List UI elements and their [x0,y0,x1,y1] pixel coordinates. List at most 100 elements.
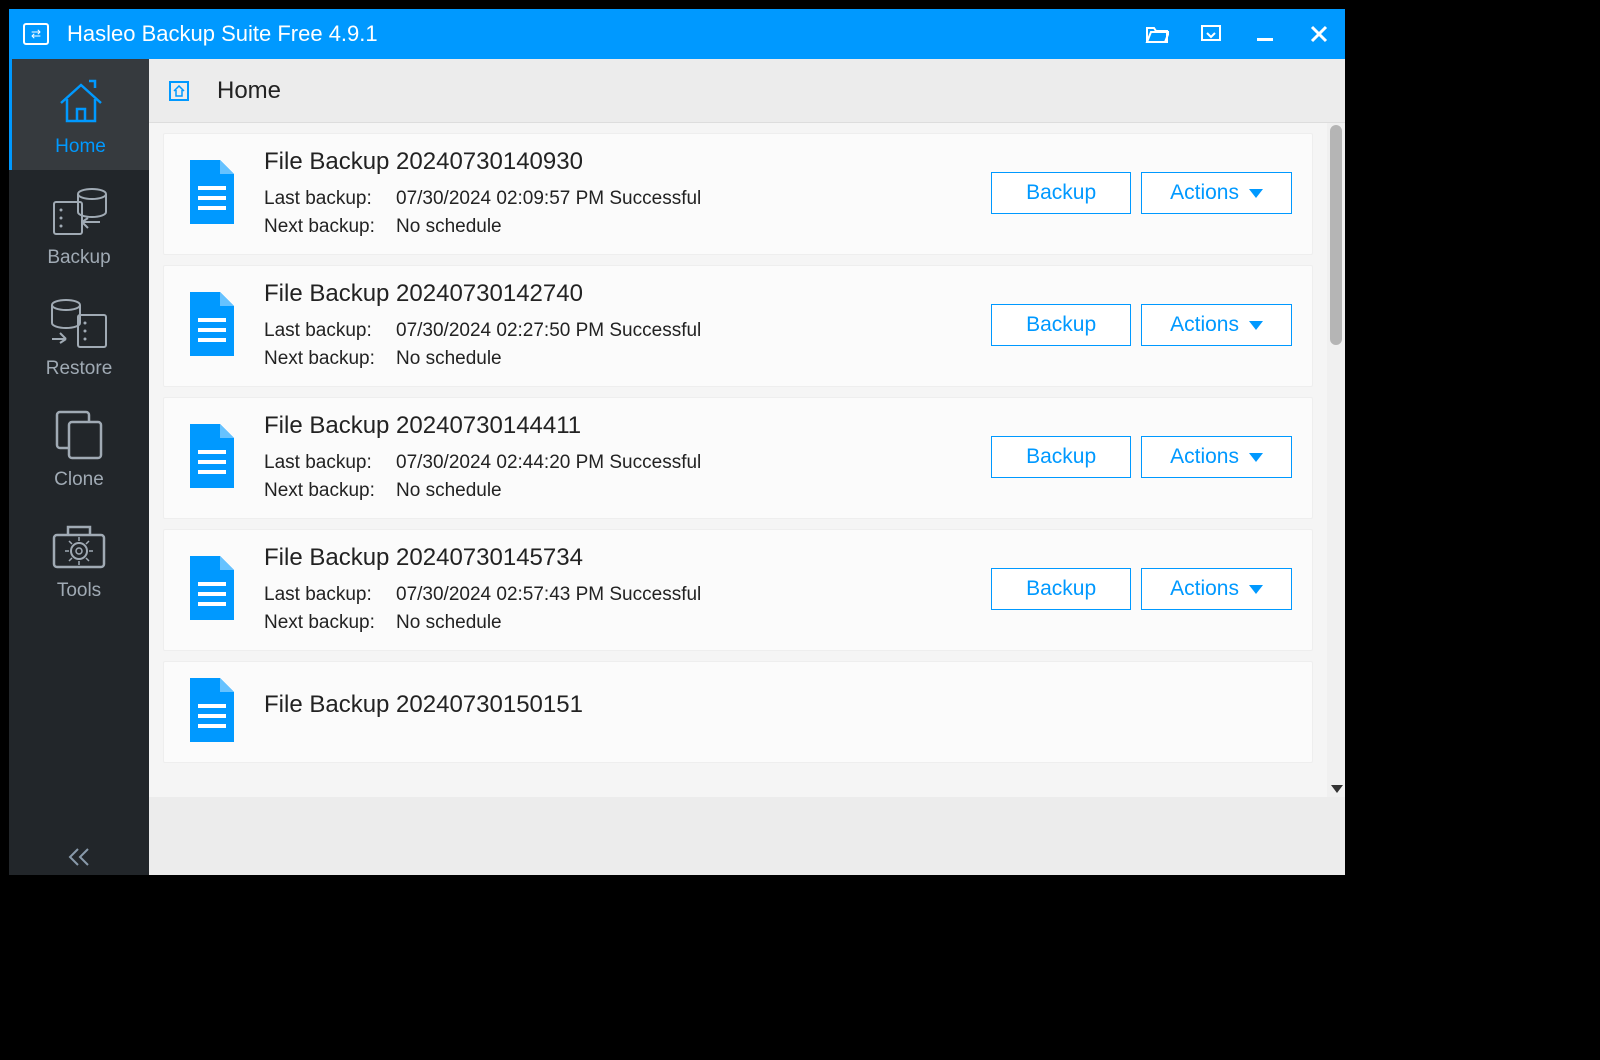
next-backup-label: Next backup: [264,216,384,238]
backup-button[interactable]: Backup [991,172,1131,214]
task-card: File Backup 20240730150151 Last backup: … [163,661,1313,763]
last-backup-label: Last backup: [264,584,384,606]
app-title: Hasleo Backup Suite Free 4.9.1 [67,21,1145,47]
scrollbar-down-arrow-icon[interactable] [1331,785,1343,793]
task-title: File Backup 20240730144411 [264,412,967,440]
next-backup-label: Next backup: [264,612,384,634]
sidebar-item-label: Clone [54,469,104,491]
last-backup-value: 07/30/2024 02:09:57 PM Successful [396,188,701,210]
actions-button[interactable]: Actions [1141,304,1292,346]
task-card: File Backup 20240730140930 Last backup: … [163,133,1313,255]
actions-button[interactable]: Actions [1141,172,1292,214]
sidebar-collapse-button[interactable] [68,847,90,867]
next-backup-value: No schedule [396,480,502,502]
task-info: File Backup 20240730142740 Last backup: … [264,280,967,370]
file-icon [184,422,240,492]
task-title: File Backup 20240730142740 [264,280,967,308]
task-title: File Backup 20240730150151 [264,691,1292,719]
sidebar-item-backup[interactable]: Backup [9,170,149,281]
task-info: File Backup 20240730144411 Last backup: … [264,412,967,502]
sidebar-item-label: Tools [57,580,101,602]
sidebar-item-restore[interactable]: Restore [9,281,149,392]
sidebar-item-label: Backup [47,247,110,269]
next-backup-value: No schedule [396,348,502,370]
task-card: File Backup 20240730142740 Last backup: … [163,265,1313,387]
task-buttons: Backup Actions [991,304,1292,346]
breadcrumb-text: Home [217,77,281,105]
last-backup-value: 07/30/2024 02:44:20 PM Successful [396,452,701,474]
backup-button-label: Backup [1026,181,1096,205]
backup-icon [44,184,114,239]
breadcrumb-home-icon[interactable] [169,81,189,101]
next-backup-row: Next backup: No schedule [264,612,967,634]
app-window: ⇄ Hasleo Backup Suite Free 4.9.1 [8,8,1346,876]
task-buttons: Backup Actions [991,172,1292,214]
close-button[interactable] [1307,22,1331,46]
file-icon [184,554,240,624]
actions-button[interactable]: Actions [1141,436,1292,478]
last-backup-label: Last backup: [264,188,384,210]
task-title: File Backup 20240730145734 [264,544,967,572]
next-backup-label: Next backup: [264,348,384,370]
next-backup-value: No schedule [396,216,502,238]
next-backup-label: Next backup: [264,480,384,502]
sidebar-item-home[interactable]: Home [9,59,149,170]
restore-icon [44,295,114,350]
next-backup-value: No schedule [396,612,502,634]
task-card: File Backup 20240730144411 Last backup: … [163,397,1313,519]
titlebar: ⇄ Hasleo Backup Suite Free 4.9.1 [9,9,1345,59]
actions-button-label: Actions [1170,445,1239,469]
task-buttons: Backup Actions [991,436,1292,478]
task-info: File Backup 20240730140930 Last backup: … [264,148,967,238]
last-backup-value: 07/30/2024 02:27:50 PM Successful [396,320,701,342]
backup-button[interactable]: Backup [991,436,1131,478]
sidebar-item-label: Restore [46,358,113,380]
task-info: File Backup 20240730145734 Last backup: … [264,544,967,634]
status-footer [149,797,1345,875]
sidebar: Home Backup Restore Clone [9,59,149,875]
next-backup-row: Next backup: No schedule [264,216,967,238]
task-list-area: File Backup 20240730140930 Last backup: … [149,123,1345,797]
home-icon [51,73,111,128]
task-list: File Backup 20240730140930 Last backup: … [149,123,1327,797]
vertical-scrollbar[interactable] [1327,123,1345,797]
sidebar-item-label: Home [55,136,106,158]
next-backup-row: Next backup: No schedule [264,480,967,502]
content-area: Home File Backup 20240730140930 Last bac… [149,59,1345,875]
last-backup-row: Last backup: 07/30/2024 02:09:57 PM Succ… [264,188,967,210]
backup-button-label: Backup [1026,577,1096,601]
file-icon [184,290,240,360]
sidebar-item-clone[interactable]: Clone [9,392,149,503]
sidebar-item-tools[interactable]: Tools [9,503,149,614]
scrollbar-thumb[interactable] [1330,125,1342,345]
chevron-down-icon [1249,585,1263,594]
chevron-down-icon [1249,321,1263,330]
last-backup-row: Last backup: 07/30/2024 02:57:43 PM Succ… [264,584,967,606]
chevron-down-icon [1249,453,1263,462]
last-backup-label: Last backup: [264,320,384,342]
main-area: Home Backup Restore Clone [9,59,1345,875]
app-logo-icon: ⇄ [23,23,49,45]
actions-button[interactable]: Actions [1141,568,1292,610]
next-backup-row: Next backup: No schedule [264,348,967,370]
open-folder-button[interactable] [1145,22,1169,46]
window-controls [1145,22,1331,46]
file-icon [184,158,240,228]
file-icon [184,676,240,746]
task-card: File Backup 20240730145734 Last backup: … [163,529,1313,651]
backup-button[interactable]: Backup [991,568,1131,610]
chevron-down-icon [1249,189,1263,198]
minimize-button[interactable] [1253,22,1277,46]
task-title: File Backup 20240730140930 [264,148,967,176]
breadcrumb: Home [149,59,1345,123]
tools-icon [44,517,114,572]
last-backup-value: 07/30/2024 02:57:43 PM Successful [396,584,701,606]
actions-button-label: Actions [1170,181,1239,205]
restore-down-button[interactable] [1199,22,1223,46]
backup-button-label: Backup [1026,445,1096,469]
clone-icon [49,406,109,461]
backup-button-label: Backup [1026,313,1096,337]
backup-button[interactable]: Backup [991,304,1131,346]
task-info: File Backup 20240730150151 Last backup: … [264,691,1292,731]
last-backup-row: Last backup: 07/30/2024 02:27:50 PM Succ… [264,320,967,342]
